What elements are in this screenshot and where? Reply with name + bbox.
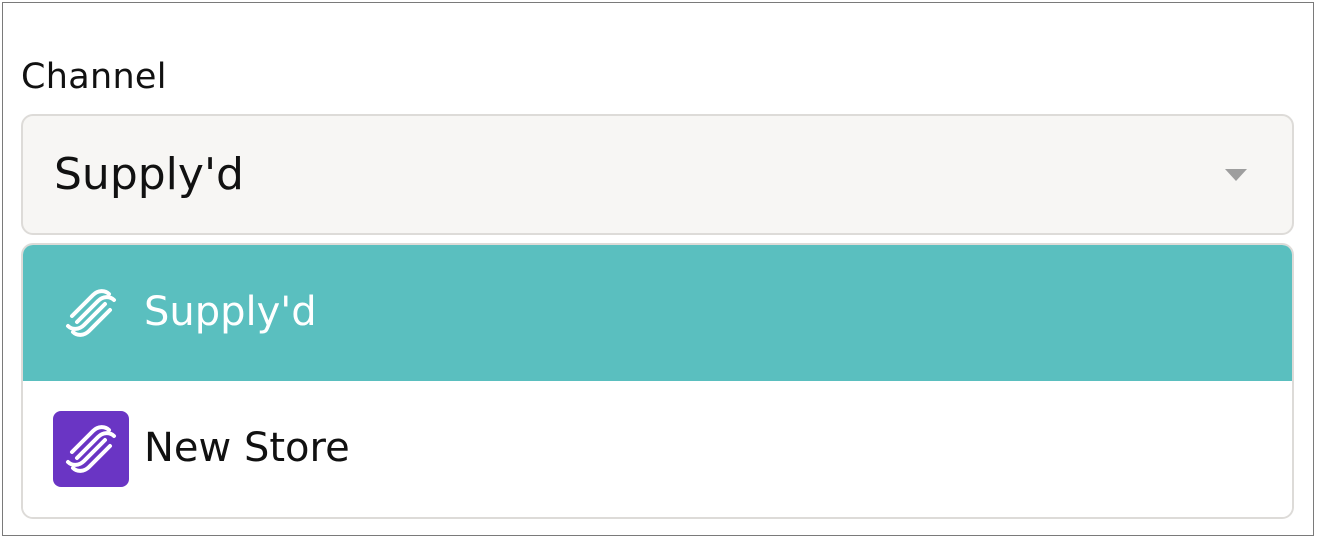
supplyd-logo-icon	[53, 275, 129, 351]
option-new-store[interactable]: New Store	[23, 381, 1292, 517]
option-label: Supply'd	[144, 289, 317, 335]
channel-select-panel: Channel Supply'd Supply'd New Store	[2, 2, 1314, 536]
channel-label: Channel	[21, 57, 167, 97]
chevron-down-icon[interactable]	[1225, 169, 1247, 181]
option-supplyd[interactable]: Supply'd	[23, 245, 1292, 381]
option-label: New Store	[144, 425, 350, 471]
channel-dropdown[interactable]: Supply'd	[21, 114, 1294, 235]
store-logo-icon	[53, 411, 129, 487]
channel-selected-value: Supply'd	[54, 149, 244, 200]
channel-dropdown-menu: Supply'd New Store	[21, 243, 1294, 519]
